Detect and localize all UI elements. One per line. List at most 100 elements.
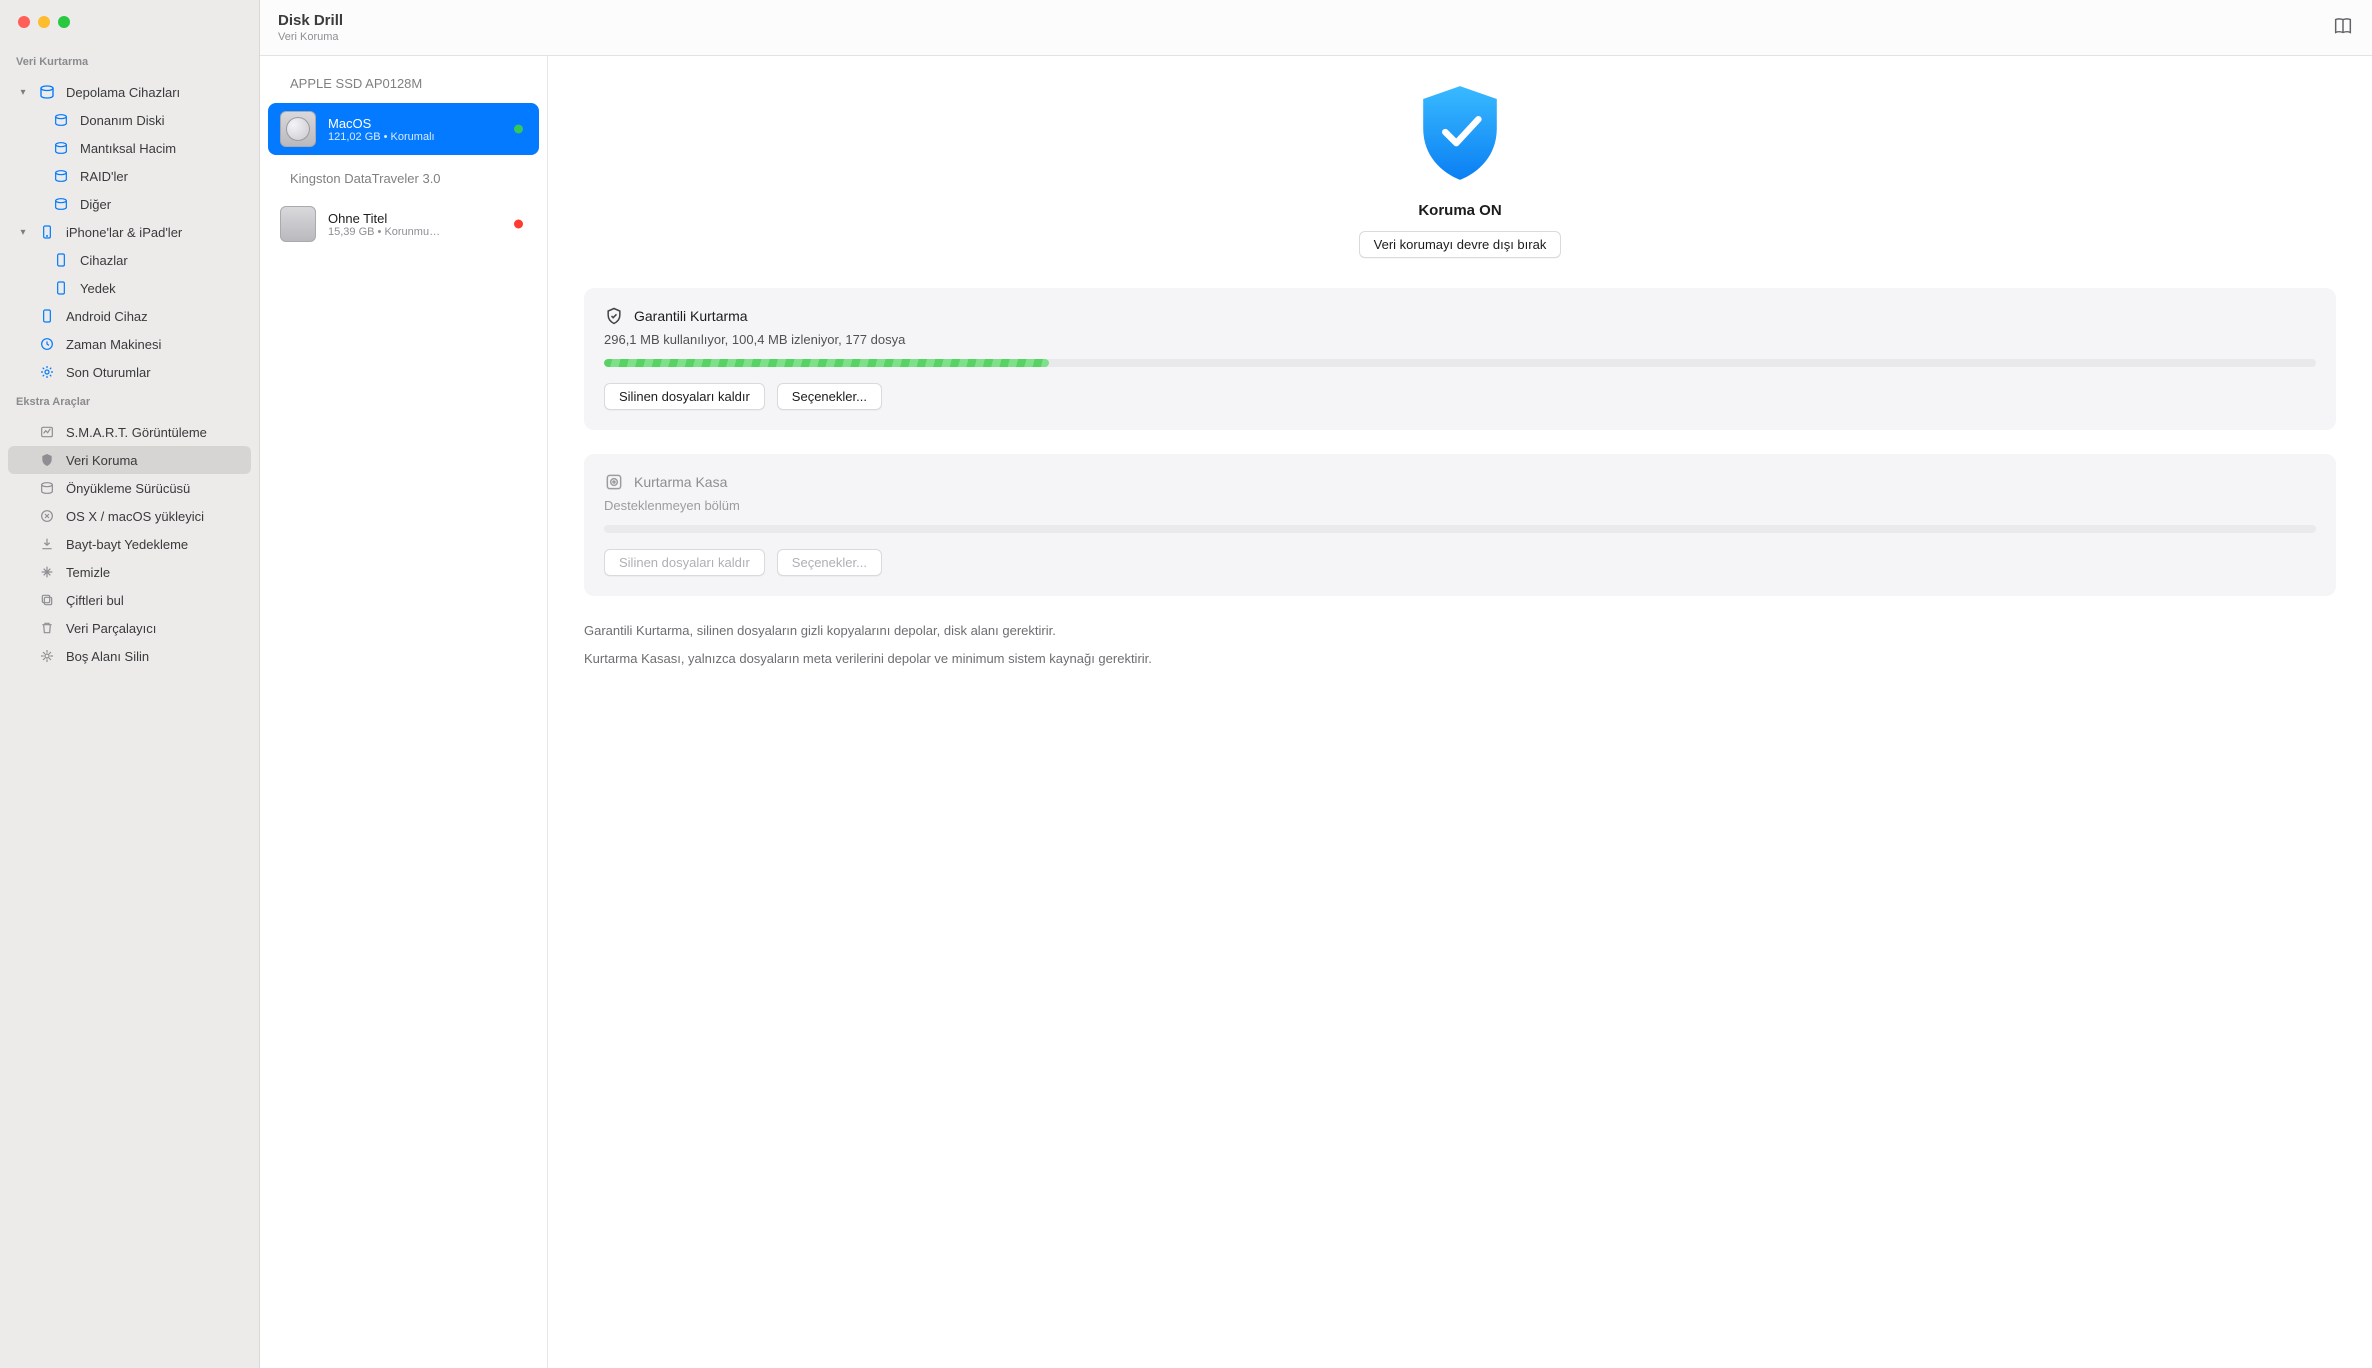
progress-fill xyxy=(604,359,1049,367)
chevron-down-icon: ▾ xyxy=(18,227,28,238)
sidebar-item-hardware-disk[interactable]: Donanım Diski xyxy=(8,106,251,134)
options-button[interactable]: Seçenekler... xyxy=(777,383,882,410)
info-text-vault: Kurtarma Kasası, yalnızca dosyaların met… xyxy=(584,648,2336,670)
card-subtitle: 296,1 MB kullanılıyor, 100,4 MB izleniyo… xyxy=(604,332,2316,347)
sidebar-label: Cihazlar xyxy=(80,253,241,268)
protection-status-label: Koruma ON xyxy=(1418,202,1501,219)
disable-protection-button[interactable]: Veri korumayı devre dışı bırak xyxy=(1359,231,1562,258)
sidebar-item-android[interactable]: Android Cihaz xyxy=(8,302,251,330)
volume-subtitle: 121,02 GB • Korumalı xyxy=(328,131,435,143)
sidebar-item-data-protection[interactable]: Veri Koruma xyxy=(8,446,251,474)
sidebar-item-find-duplicates[interactable]: Çiftleri bul xyxy=(8,586,251,614)
sidebar-item-ios-devices-list[interactable]: Cihazlar xyxy=(8,246,251,274)
volume-icon xyxy=(280,206,316,242)
phone-icon xyxy=(52,279,70,297)
x-circle-icon xyxy=(38,507,56,525)
minimize-window-button[interactable] xyxy=(38,16,50,28)
sidebar-label: Donanım Diski xyxy=(80,113,241,128)
card-title: Garantili Kurtarma xyxy=(634,308,748,324)
sidebar-item-boot-drive[interactable]: Önyükleme Sürücüsü xyxy=(8,474,251,502)
drive-icon xyxy=(52,111,70,129)
app-subtitle: Veri Koruma xyxy=(278,31,343,43)
sidebar-label: Yedek xyxy=(80,281,241,296)
guaranteed-recovery-card: Garantili Kurtarma 296,1 MB kullanılıyor… xyxy=(584,288,2336,430)
sidebar-label: RAID'ler xyxy=(80,169,241,184)
disk-group-header: Kingston DataTraveler 3.0 xyxy=(260,163,547,198)
volume-texts: MacOS 121,02 GB • Korumalı xyxy=(328,116,435,143)
chart-icon xyxy=(38,423,56,441)
title-block: Disk Drill Veri Koruma xyxy=(278,12,343,43)
recovery-vault-card: Kurtarma Kasa Desteklenmeyen bölüm Silin… xyxy=(584,454,2336,596)
info-text-guaranteed: Garantili Kurtarma, silinen dosyaların g… xyxy=(584,620,2336,642)
chevron-down-icon: ▾ xyxy=(18,87,28,98)
volume-icon xyxy=(280,111,316,147)
sidebar: Veri Kurtarma ▾ Depolama Cihazları Donan… xyxy=(0,0,260,1368)
download-icon xyxy=(38,535,56,553)
target-icon xyxy=(604,472,624,492)
help-button[interactable] xyxy=(2332,15,2354,40)
volume-list: APPLE SSD AP0128M MacOS 121,02 GB • Koru… xyxy=(260,56,548,1368)
sidebar-item-timemachine[interactable]: Zaman Makinesi xyxy=(8,330,251,358)
volume-texts: Ohne Titel 15,39 GB • Korunmu… xyxy=(328,211,440,238)
shield-check-icon xyxy=(1414,82,1506,184)
sidebar-label: Son Oturumlar xyxy=(66,365,241,380)
phone-icon xyxy=(38,223,56,241)
sidebar-item-sessions[interactable]: Son Oturumlar xyxy=(8,358,251,386)
sidebar-label: Temizle xyxy=(66,565,241,580)
burst-icon xyxy=(38,647,56,665)
drive-icon xyxy=(38,479,56,497)
sidebar-item-ios-devices[interactable]: ▾ iPhone'lar & iPad'ler xyxy=(8,218,251,246)
clock-icon xyxy=(38,335,56,353)
options-button-disabled: Seçenekler... xyxy=(777,549,882,576)
sidebar-item-smart[interactable]: S.M.A.R.T. Görüntüleme xyxy=(8,418,251,446)
sidebar-item-macos-installer[interactable]: OS X / macOS yükleyici xyxy=(8,502,251,530)
sidebar-label: Mantıksal Hacim xyxy=(80,141,241,156)
card-subtitle: Desteklenmeyen bölüm xyxy=(604,498,2316,513)
sidebar-item-data-shredder[interactable]: Veri Parçalayıcı xyxy=(8,614,251,642)
fullscreen-window-button[interactable] xyxy=(58,16,70,28)
sidebar-item-logical-volume[interactable]: Mantıksal Hacim xyxy=(8,134,251,162)
sidebar-item-erase-free-space[interactable]: Boş Alanı Silin xyxy=(8,642,251,670)
volume-item-macos[interactable]: MacOS 121,02 GB • Korumalı xyxy=(268,103,539,155)
sidebar-label: Veri Koruma xyxy=(66,453,241,468)
sidebar-item-storage-devices[interactable]: ▾ Depolama Cihazları xyxy=(8,78,251,106)
sidebar-label: Önyükleme Sürücüsü xyxy=(66,481,241,496)
sidebar-item-other[interactable]: Diğer xyxy=(8,190,251,218)
shield-icon xyxy=(38,451,56,469)
copy-icon xyxy=(38,591,56,609)
volume-subtitle: 15,39 GB • Korunmu… xyxy=(328,226,440,238)
sidebar-label: S.M.A.R.T. Görüntüleme xyxy=(66,425,241,440)
close-window-button[interactable] xyxy=(18,16,30,28)
sidebar-label: Boş Alanı Silin xyxy=(66,649,241,664)
volume-name: Ohne Titel xyxy=(328,211,440,226)
disk-group-header: APPLE SSD AP0128M xyxy=(260,56,547,103)
remove-deleted-files-button[interactable]: Silinen dosyaları kaldır xyxy=(604,383,765,410)
book-icon xyxy=(2332,15,2354,37)
app-title: Disk Drill xyxy=(278,12,343,29)
sidebar-label: Zaman Makinesi xyxy=(66,337,241,352)
sparkle-icon xyxy=(38,563,56,581)
drive-icon xyxy=(52,167,70,185)
gear-icon xyxy=(38,363,56,381)
sidebar-item-ios-backup[interactable]: Yedek xyxy=(8,274,251,302)
sidebar-label: Diğer xyxy=(80,197,241,212)
volume-name: MacOS xyxy=(328,116,435,131)
progress-bar xyxy=(604,359,2316,367)
sidebar-item-cleanup[interactable]: Temizle xyxy=(8,558,251,586)
drive-icon xyxy=(38,83,56,101)
window-controls xyxy=(0,16,259,46)
protection-hero: Koruma ON Veri korumayı devre dışı bırak xyxy=(584,82,2336,258)
status-dot-unprotected-icon xyxy=(514,220,523,229)
sidebar-item-raid[interactable]: RAID'ler xyxy=(8,162,251,190)
detail-pane: Koruma ON Veri korumayı devre dışı bırak… xyxy=(548,56,2372,1368)
progress-bar-disabled xyxy=(604,525,2316,533)
sidebar-label: Çiftleri bul xyxy=(66,593,241,608)
remove-deleted-files-button-disabled: Silinen dosyaları kaldır xyxy=(604,549,765,576)
titlebar: Disk Drill Veri Koruma xyxy=(260,0,2372,56)
shield-outline-icon xyxy=(604,306,624,326)
phone-icon xyxy=(52,251,70,269)
sidebar-label: Veri Parçalayıcı xyxy=(66,621,241,636)
volume-item-ohne-titel[interactable]: Ohne Titel 15,39 GB • Korunmu… xyxy=(268,198,539,250)
sidebar-label: Bayt-bayt Yedekleme xyxy=(66,537,241,552)
sidebar-item-byte-backup[interactable]: Bayt-bayt Yedekleme xyxy=(8,530,251,558)
